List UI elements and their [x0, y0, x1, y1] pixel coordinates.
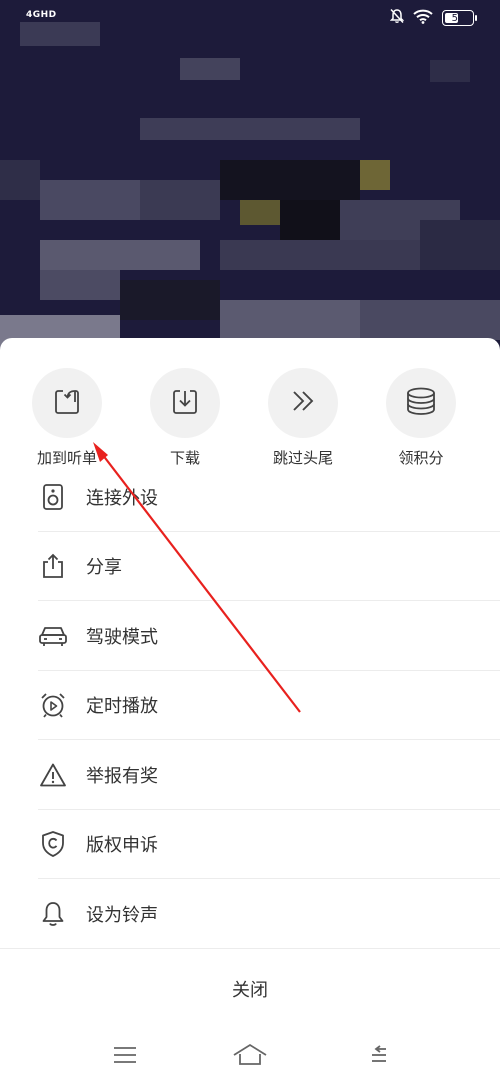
alarm-clock-icon: [38, 690, 68, 720]
report-label: 举报有奖: [86, 765, 158, 787]
timer-play-label: 定时播放: [86, 696, 158, 718]
quick-actions-row: 加到听单 下载 跳过头尾 领积分: [0, 368, 500, 468]
driving-mode-label: 驾驶模式: [86, 626, 158, 648]
add-to-playlist-icon: [50, 384, 84, 422]
battery-icon: 54: [442, 10, 477, 26]
bell-muted-icon: [389, 8, 405, 28]
car-icon: [38, 621, 68, 651]
more-options-sheet: 加到听单 下载 跳过头尾 领积分 连接外设 分享 驾驶模式 定时播放 举报有奖 …: [0, 338, 500, 1084]
download-icon: [168, 384, 202, 422]
report-item[interactable]: 举报有奖: [0, 740, 500, 810]
skip-intro-outro-button[interactable]: 跳过头尾: [248, 368, 358, 468]
system-nav-bar: [0, 1030, 500, 1084]
share-label: 分享: [86, 557, 122, 579]
warning-icon: [38, 760, 68, 790]
menu-icon: [112, 1045, 138, 1069]
back-icon: [366, 1043, 390, 1071]
status-bar: 4GHD 54: [0, 0, 500, 36]
skip-intro-outro-icon: [286, 384, 320, 422]
wifi-icon: [413, 9, 433, 28]
copyright-shield-icon: [38, 829, 68, 859]
screen: 4GHD 54 加到听单 下载 跳过头尾 领积分 连接外设 分享 驾驶模式 定时…: [0, 0, 500, 1084]
connect-device-item[interactable]: 连接外设: [0, 462, 500, 532]
close-label: 关闭: [232, 980, 268, 1001]
battery-level: 54: [451, 12, 465, 24]
status-icons: 54: [389, 8, 477, 28]
home-button[interactable]: [230, 1042, 270, 1072]
driving-mode-item[interactable]: 驾驶模式: [0, 601, 500, 671]
connect-device-label: 连接外设: [86, 487, 158, 509]
blurred-player-background: 4GHD 54: [0, 0, 500, 350]
network-indicator: 4GHD: [26, 10, 57, 20]
speaker-icon: [38, 482, 68, 512]
share-item[interactable]: 分享: [0, 532, 500, 601]
set-ringtone-label: 设为铃声: [86, 904, 158, 926]
points-coins-icon: [403, 384, 439, 422]
add-to-playlist-button[interactable]: 加到听单: [12, 368, 122, 468]
timer-play-item[interactable]: 定时播放: [0, 671, 500, 740]
options-list: 连接外设 分享 驾驶模式 定时播放 举报有奖 版权申诉 设为铃声: [0, 462, 500, 949]
back-button[interactable]: [358, 1042, 398, 1072]
copyright-appeal-item[interactable]: 版权申诉: [0, 810, 500, 879]
copyright-appeal-label: 版权申诉: [86, 835, 158, 857]
share-icon: [38, 551, 68, 581]
download-button[interactable]: 下载: [130, 368, 240, 468]
earn-points-button[interactable]: 领积分: [366, 368, 476, 468]
bell-icon: [38, 899, 68, 929]
close-button[interactable]: 关闭: [0, 948, 500, 1029]
menu-button[interactable]: [105, 1042, 145, 1072]
home-icon: [232, 1043, 268, 1071]
set-ringtone-item[interactable]: 设为铃声: [0, 879, 500, 949]
